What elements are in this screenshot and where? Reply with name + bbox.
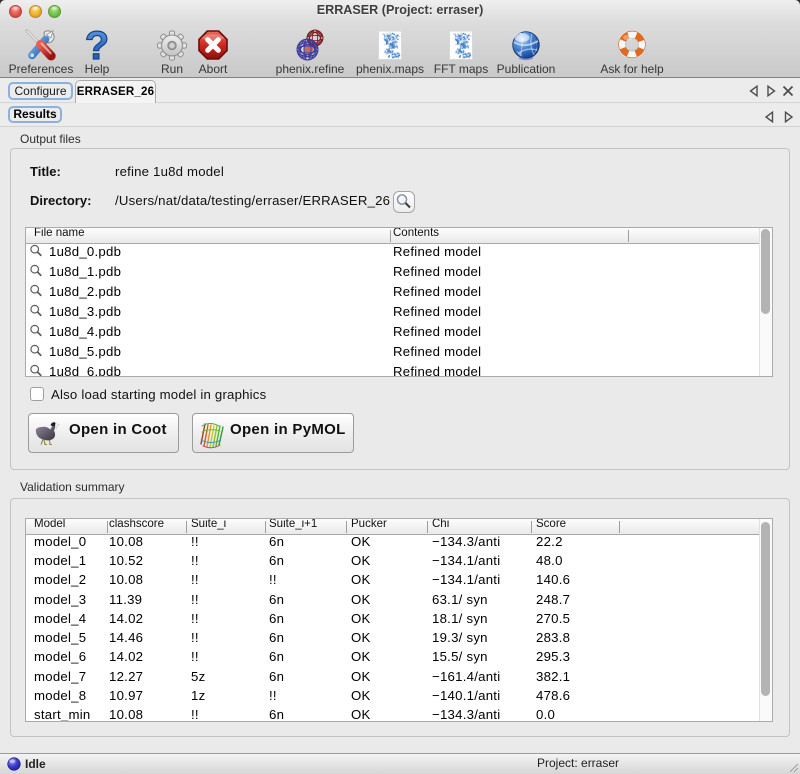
svg-text:?: ?	[85, 29, 109, 61]
